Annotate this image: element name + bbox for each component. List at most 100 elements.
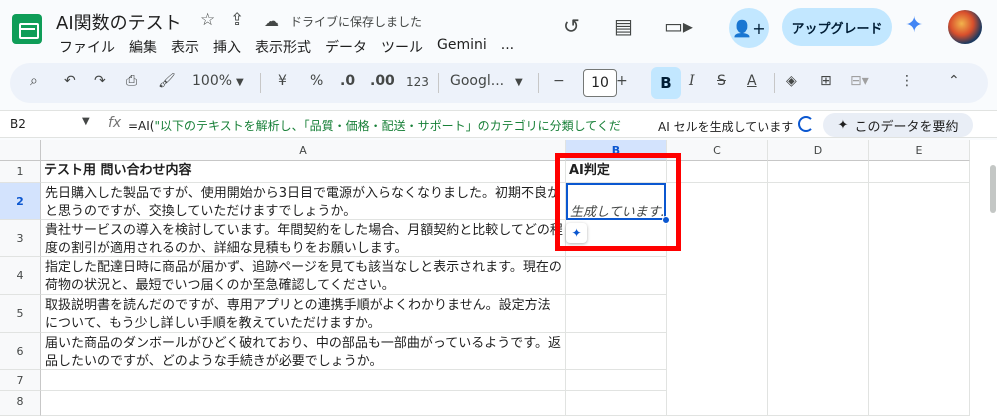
menu-data[interactable]: データ: [325, 37, 367, 57]
row-header-2[interactable]: 2: [0, 183, 41, 220]
sheets-logo-icon[interactable]: [12, 14, 42, 44]
column-header-c[interactable]: C: [667, 140, 768, 161]
formula-string: "以下のテキストを解析し、「品質・価格・配送・サポート」のカテゴリに分類してくだ: [154, 119, 621, 133]
column-d-cells[interactable]: [768, 183, 869, 416]
menu-insert[interactable]: 挿入: [213, 37, 241, 57]
cell-b5[interactable]: [566, 295, 667, 333]
row-header-7[interactable]: 7: [0, 370, 41, 391]
borders-icon[interactable]: ⊞: [820, 73, 832, 89]
divider: [438, 73, 439, 93]
menu-more[interactable]: ...: [501, 37, 514, 57]
more-formats-button[interactable]: 123: [406, 75, 429, 89]
font-select[interactable]: Googl...: [450, 73, 504, 89]
highlight-annotation: [555, 153, 681, 251]
row-header-5[interactable]: 5: [0, 295, 41, 333]
save-status: ドライブに保存しました: [290, 15, 423, 29]
zoom-select[interactable]: 100%: [192, 73, 232, 89]
divider: [260, 73, 261, 93]
star-icon[interactable]: ☆: [200, 10, 215, 30]
column-header-d[interactable]: D: [768, 140, 869, 161]
cell-a7[interactable]: [41, 370, 566, 391]
cell-e1[interactable]: [869, 161, 970, 183]
font-dropdown-icon[interactable]: ▼: [515, 77, 523, 88]
avatar[interactable]: [948, 10, 982, 44]
name-box-dropdown-icon[interactable]: ▼: [82, 116, 90, 127]
ai-generating-status: AI セルを生成しています: [658, 120, 794, 134]
undo-icon[interactable]: ↶: [64, 73, 76, 89]
cell-d1[interactable]: [768, 161, 869, 183]
loading-spinner-icon: [798, 116, 814, 132]
increase-font-size-button[interactable]: +: [616, 73, 628, 89]
cell-b7[interactable]: [566, 370, 667, 391]
cell-b8[interactable]: [566, 391, 667, 416]
summarize-data-button[interactable]: ✦ このデータを要約: [823, 113, 973, 137]
spark-icon: ✦: [837, 117, 849, 133]
strikethrough-button[interactable]: S: [717, 73, 726, 89]
meet-video-icon[interactable]: ▭▸: [664, 14, 693, 38]
more-options-icon[interactable]: ⋮: [900, 73, 914, 89]
comment-icon[interactable]: ▤: [614, 14, 633, 38]
document-title[interactable]: AI関数のテスト: [56, 9, 182, 35]
cell-b4[interactable]: [566, 257, 667, 295]
print-icon[interactable]: ⎙: [126, 73, 137, 89]
menu-edit[interactable]: 編集: [129, 37, 157, 57]
cell-a1[interactable]: テスト用 問い合わせ内容: [41, 161, 566, 183]
formula-bar: B2 ▼ fx =AI("以下のテキストを解析し、「品質・価格・配送・サポート」…: [0, 110, 997, 138]
history-icon[interactable]: ↺: [563, 14, 580, 38]
column-e-cells[interactable]: [869, 183, 970, 416]
column-c-cells[interactable]: [667, 183, 768, 416]
column-header-a[interactable]: A: [41, 140, 566, 161]
cell-b6[interactable]: [566, 333, 667, 370]
redo-icon[interactable]: ↷: [94, 73, 106, 89]
decrease-decimal-button[interactable]: .0: [340, 73, 355, 89]
row-header-1[interactable]: 1: [0, 161, 41, 183]
font-size-input[interactable]: 10: [583, 69, 617, 97]
menu-gemini[interactable]: Gemini: [437, 37, 487, 57]
collapse-menus-icon[interactable]: ⌃: [948, 73, 960, 89]
menu-file[interactable]: ファイル: [59, 37, 115, 57]
toolbar: ⌕ ↶ ↷ ⎙ 🖌 100% ▼ ¥ % .0 .00 123 Googl...…: [10, 63, 988, 103]
fx-icon: fx: [108, 115, 122, 131]
select-all-corner[interactable]: [0, 140, 41, 161]
move-folder-icon[interactable]: ⇪: [230, 10, 244, 30]
summarize-label: このデータを要約: [854, 119, 959, 135]
menu-format[interactable]: 表示形式: [255, 37, 311, 57]
name-box[interactable]: B2: [10, 117, 26, 131]
cell-a3-text: 貴社サービスの導入を検討しています。年間契約をした場合、月額契約と比較してどの程…: [45, 223, 563, 256]
menu-bar: ファイル 編集 表示 挿入 表示形式 データ ツール Gemini ...: [59, 37, 514, 57]
cell-a8[interactable]: [41, 391, 566, 416]
bold-button[interactable]: B: [651, 67, 681, 99]
cell-a5-text: 取扱説明書を読んだのですが、専用アプリとの連携手順がよくわかりません。設定方法に…: [45, 298, 551, 331]
formula-input[interactable]: =AI("以下のテキストを解析し、「品質・価格・配送・サポート」のカテゴリに分類…: [128, 117, 636, 134]
increase-decimal-button[interactable]: .00: [370, 73, 395, 89]
search-menus-icon[interactable]: ⌕: [30, 73, 38, 89]
italic-button[interactable]: I: [689, 73, 695, 89]
row-header-4[interactable]: 4: [0, 257, 41, 295]
upgrade-button[interactable]: アップグレード: [782, 8, 892, 46]
fill-color-icon[interactable]: ◈: [786, 73, 797, 89]
gemini-spark-icon[interactable]: ✦: [905, 13, 923, 38]
row-header-8[interactable]: 8: [0, 391, 41, 416]
paint-format-icon[interactable]: 🖌: [158, 73, 176, 89]
percent-format-button[interactable]: %: [310, 73, 323, 89]
menu-tools[interactable]: ツール: [381, 37, 423, 57]
share-button[interactable]: 👤+: [729, 8, 769, 48]
row-header-6[interactable]: 6: [0, 333, 41, 370]
divider: [538, 73, 539, 93]
cell-a2-text: 先日購入した製品ですが、使用開始から3日目で電源が入らなくなりました。初期不良か…: [45, 186, 561, 219]
merge-cells-icon[interactable]: ⊟▾: [850, 73, 869, 89]
cell-a6-text: 届いた商品のダンボールがひどく破れており、中の部品も一部曲がっているようです。返…: [45, 336, 561, 369]
text-color-button[interactable]: A: [747, 73, 757, 89]
vertical-scrollbar[interactable]: [990, 165, 996, 213]
title-bar: AI関数のテスト ☆ ⇪ ☁ ドライブに保存しました ファイル 編集 表示 挿入…: [0, 0, 997, 60]
add-person-icon: 👤+: [732, 18, 766, 38]
formula-function: =AI(: [128, 119, 155, 133]
cell-c1[interactable]: [667, 161, 768, 183]
currency-format-button[interactable]: ¥: [278, 73, 287, 89]
cloud-saved-icon: ☁: [264, 12, 279, 30]
zoom-dropdown-icon[interactable]: ▼: [236, 77, 244, 88]
menu-view[interactable]: 表示: [171, 37, 199, 57]
decrease-font-size-button[interactable]: −: [553, 73, 565, 89]
row-header-3[interactable]: 3: [0, 220, 41, 257]
column-header-e[interactable]: E: [869, 140, 970, 161]
